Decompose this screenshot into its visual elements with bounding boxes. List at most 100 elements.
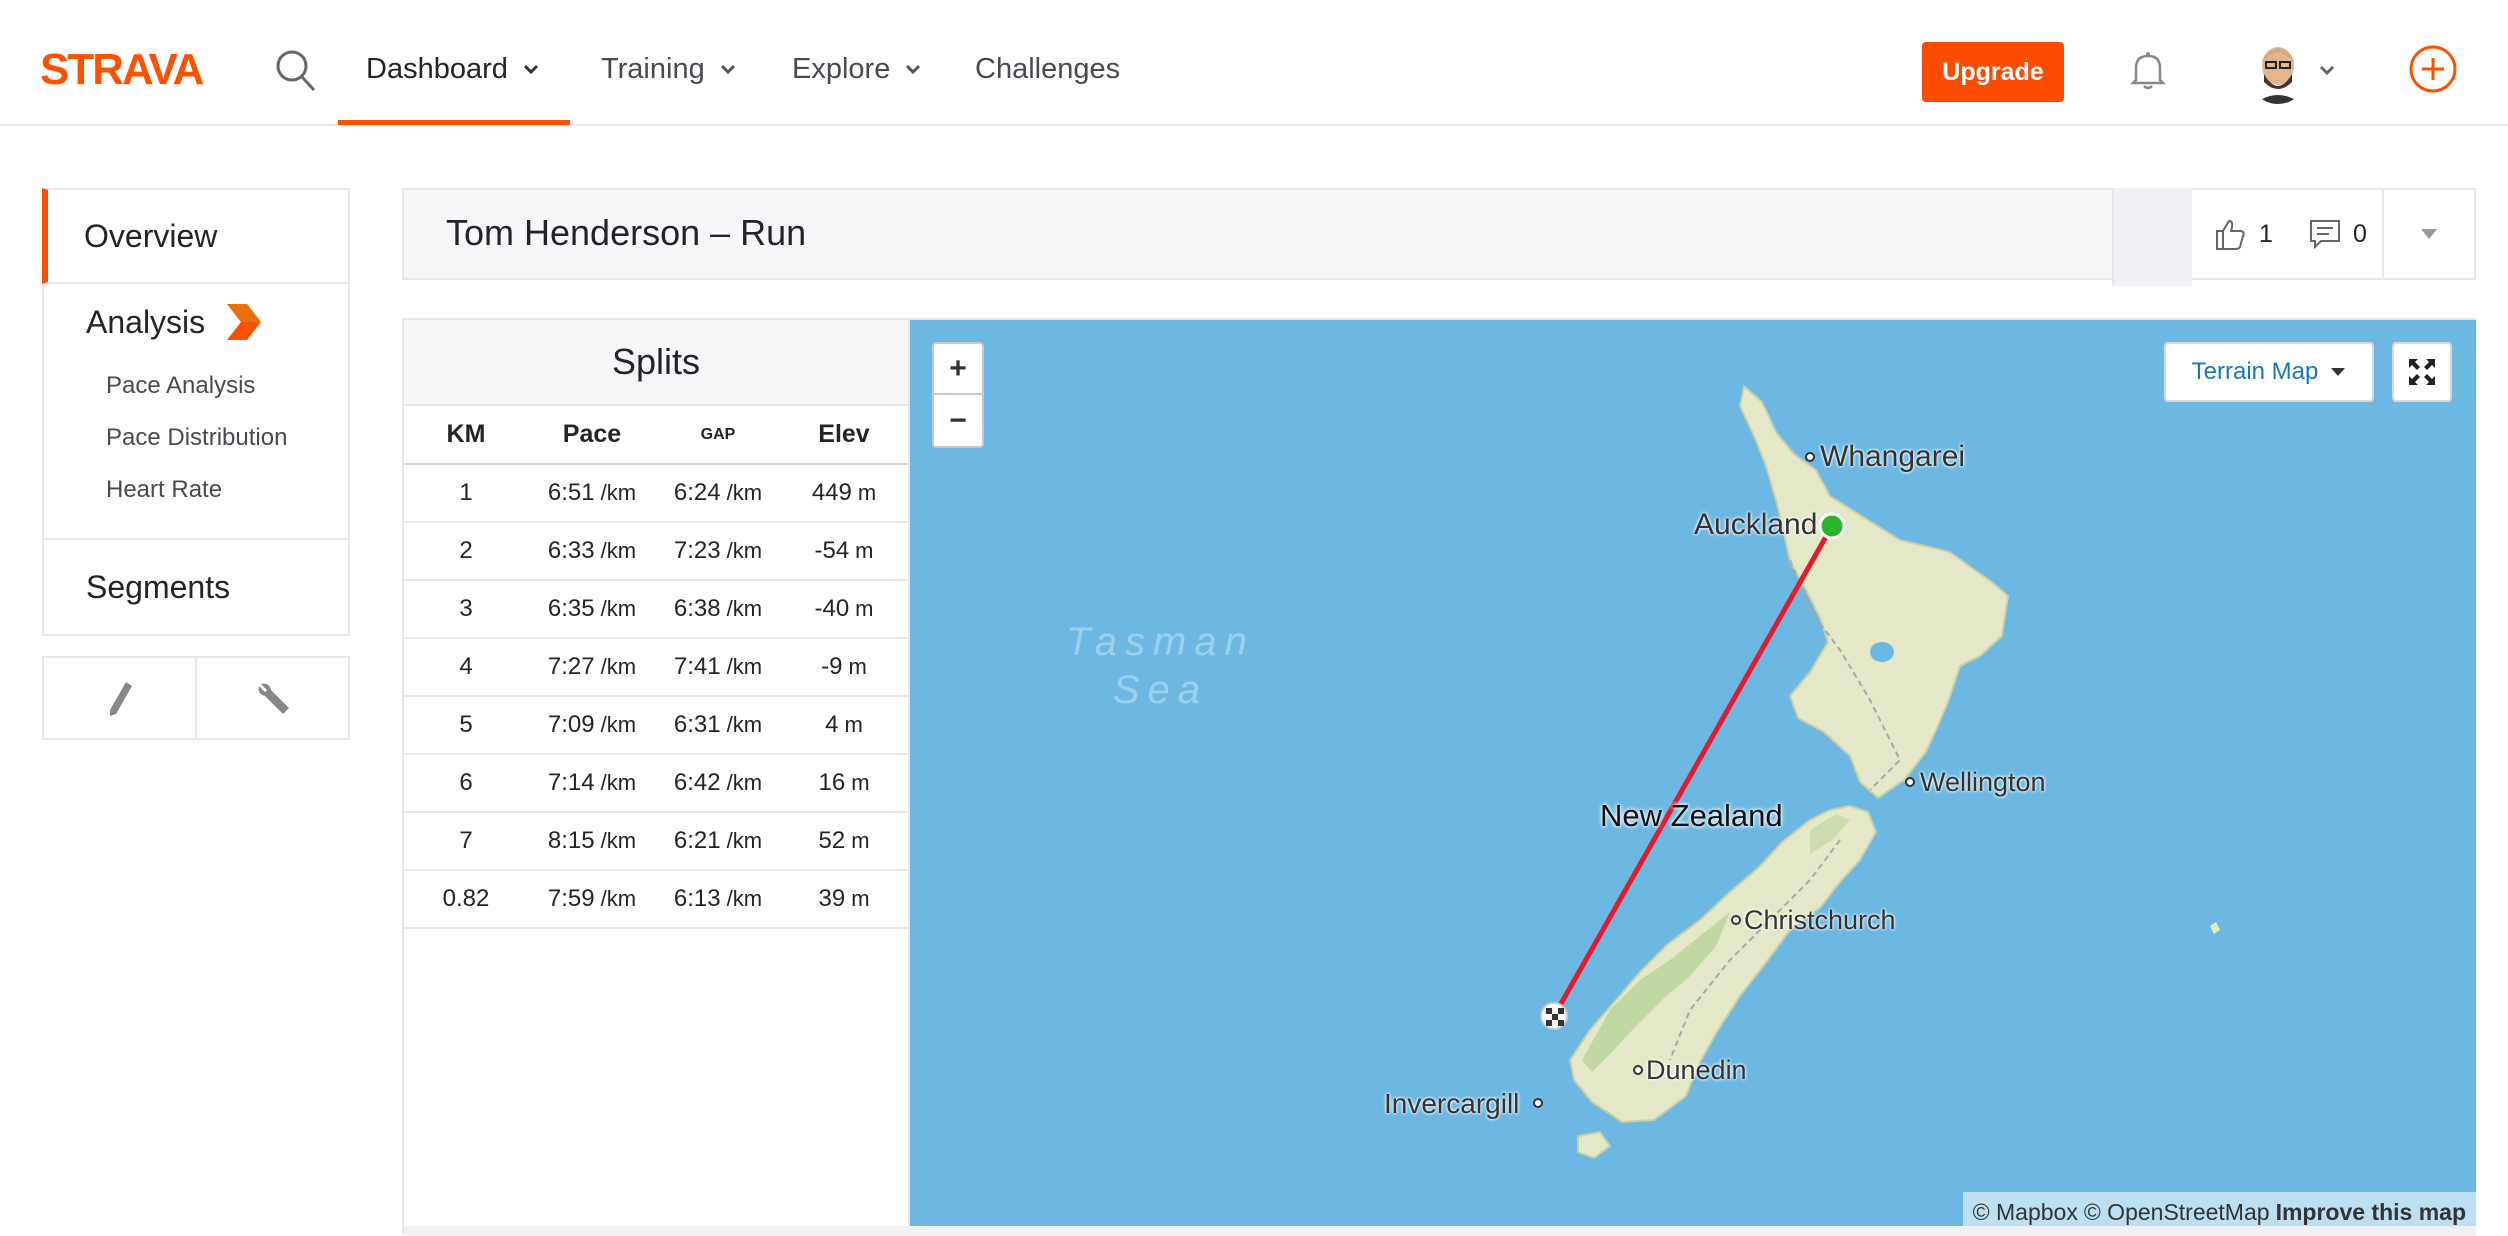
route-map[interactable]: Tasman Sea Whangarei Auckland Wellington…: [910, 320, 2476, 1232]
nav-dashboard[interactable]: Dashboard: [366, 50, 540, 88]
bell-icon[interactable]: [2128, 48, 2168, 92]
split-elev-cell-unit: m: [851, 770, 870, 795]
split-elev-cell: -9 m: [780, 638, 908, 697]
sidebar-item-analysis[interactable]: Analysis: [44, 284, 348, 360]
map-style-dropdown[interactable]: Terrain Map: [2164, 342, 2374, 402]
chevron-down-icon[interactable]: [2318, 64, 2336, 76]
split-gap-cell: 6:21/km: [656, 812, 780, 871]
split-km-cell-value: 1: [459, 479, 473, 506]
split-pace-cell: 7:27/km: [528, 638, 656, 697]
split-gap-cell: 6:24/km: [656, 464, 780, 523]
split-gap-cell-value: 6:21: [673, 827, 721, 854]
caret-down-icon: [2331, 368, 2346, 376]
strava-logo[interactable]: STRAVA: [40, 44, 234, 90]
split-gap-cell-value: 6:24: [673, 479, 721, 506]
table-row[interactable]: 6 7:14/km 6:42/km 16 m: [404, 754, 908, 813]
search-icon[interactable]: [274, 48, 318, 94]
actions-button[interactable]: [197, 658, 348, 738]
zoom-in-button[interactable]: +: [934, 344, 982, 395]
sidebar-item-overview[interactable]: Overview: [42, 188, 350, 284]
table-row[interactable]: 4 7:27/km 7:41/km -9 m: [404, 638, 908, 697]
upgrade-button[interactable]: Upgrade: [1922, 42, 2064, 102]
fullscreen-button[interactable]: [2392, 342, 2452, 402]
split-elev-cell: 4m: [780, 696, 908, 755]
split-pace-cell-unit: /km: [600, 770, 637, 795]
split-pace-cell: 7:59/km: [528, 870, 656, 929]
split-km-cell: 2: [404, 522, 528, 581]
split-elev-cell: 16 m: [780, 754, 908, 813]
comment-icon: [2310, 220, 2341, 249]
split-pace-cell-value: 7:09: [547, 711, 595, 738]
split-gap-cell-unit: /km: [726, 828, 763, 853]
sidebar-item-label: Analysis: [86, 303, 206, 340]
comments-button[interactable]: 0: [2294, 190, 2384, 278]
sidebar-item-heart-rate[interactable]: Heart Rate: [44, 464, 348, 516]
top-navigation: STRAVA Dashboard Training Explore Challe…: [0, 0, 2508, 126]
sidebar-item-segments[interactable]: Segments: [42, 540, 350, 636]
table-row[interactable]: 7 8:15/km 6:21/km 52 m: [404, 812, 908, 871]
zoom-out-button[interactable]: −: [934, 395, 982, 446]
nav-challenges[interactable]: Challenges: [975, 50, 1120, 88]
split-elev-cell-value: 4: [825, 711, 839, 738]
split-km-cell: 7: [404, 812, 528, 871]
osm-attribution-link[interactable]: © OpenStreetMap: [2084, 1199, 2270, 1226]
sidebar-item-label: Overview: [84, 217, 218, 254]
add-icon[interactable]: [2408, 44, 2458, 94]
split-km-cell: 3: [404, 580, 528, 639]
split-elev-cell-value: 449: [811, 479, 852, 506]
table-row[interactable]: 1 6:51/km 6:24/km 449 m: [404, 464, 908, 523]
sea-label-text: Tasman Sea: [1066, 620, 1255, 712]
social-actions: 1 0: [2192, 188, 2476, 280]
split-km-cell: 6: [404, 754, 528, 813]
split-pace-cell-value: 6:33: [547, 537, 595, 564]
nav-training[interactable]: Training: [601, 50, 737, 88]
splits-table-body: 1 6:51/km 6:24/km 449 m 2 6:33/km 7:23/km -54 m 3 6…: [404, 464, 908, 929]
column-header-gap: GAP: [656, 406, 780, 465]
more-options-button[interactable]: [2384, 190, 2474, 278]
start-marker: [1818, 512, 1846, 540]
split-pace-cell-value: 7:27: [547, 653, 595, 680]
pencil-icon: [109, 682, 132, 716]
sidebar-section-analysis: Analysis Pace Analysis Pace Distribution…: [42, 284, 350, 540]
split-gap-cell-unit: /km: [726, 886, 763, 911]
table-row[interactable]: 2 6:33/km 7:23/km -54 m: [404, 522, 908, 581]
column-header-km: KM: [404, 406, 528, 465]
edit-button[interactable]: [44, 658, 197, 738]
split-pace-cell-unit: /km: [600, 596, 637, 621]
improve-map-link[interactable]: Improve this map: [2276, 1199, 2466, 1226]
country-label: New Zealand: [1600, 798, 1783, 833]
split-pace-cell-unit: /km: [600, 654, 637, 679]
split-pace-cell: 7:09/km: [528, 696, 656, 755]
split-gap-cell: 6:42/km: [656, 754, 780, 813]
kudos-button[interactable]: 1: [2192, 190, 2294, 278]
chevron-down-icon: [720, 64, 735, 75]
page-title: Tom Henderson – Run: [446, 212, 807, 253]
avatar[interactable]: [2248, 40, 2308, 104]
split-gap-cell: 7:41/km: [656, 638, 780, 697]
split-pace-cell-value: 6:35: [547, 595, 595, 622]
split-pace-cell: 6:33/km: [528, 522, 656, 581]
place-label-whangarei: Whangarei: [1820, 440, 1966, 473]
header-spacer: [2112, 188, 2192, 286]
mapbox-attribution-link[interactable]: © Mapbox: [1973, 1199, 2078, 1226]
split-gap-cell-unit: /km: [726, 538, 763, 563]
split-elev-cell-value: 39: [818, 885, 846, 912]
table-row[interactable]: 5 7:09/km 6:31/km 4 m: [404, 696, 908, 755]
split-km-cell: 4: [404, 638, 528, 697]
table-row[interactable]: 3 6:35/km 6:38/km -40 m: [404, 580, 908, 639]
activity-tools: [42, 656, 350, 740]
place-label-invercargill: Invercargill: [1384, 1088, 1520, 1119]
split-km-cell-value: 2: [459, 537, 473, 564]
table-row[interactable]: 0.82 7:59/km 6:13/km 39 m: [404, 870, 908, 929]
place-label-christchurch: Christchurch: [1744, 905, 1896, 935]
place-label-dunedin: Dunedin: [1646, 1055, 1747, 1085]
sidebar-item-pace-analysis[interactable]: Pace Analysis: [44, 360, 348, 412]
caret-down-icon: [2421, 229, 2437, 239]
split-elev-cell-value: 52: [818, 827, 846, 854]
comment-count: 0: [2353, 219, 2367, 248]
sidebar-item-pace-distribution[interactable]: Pace Distribution: [44, 412, 348, 464]
split-km-cell-value: 7: [459, 827, 473, 854]
split-elev-cell-unit: m: [851, 886, 870, 911]
nav-explore[interactable]: Explore: [792, 50, 922, 88]
resize-handle[interactable]: [404, 1226, 2476, 1236]
